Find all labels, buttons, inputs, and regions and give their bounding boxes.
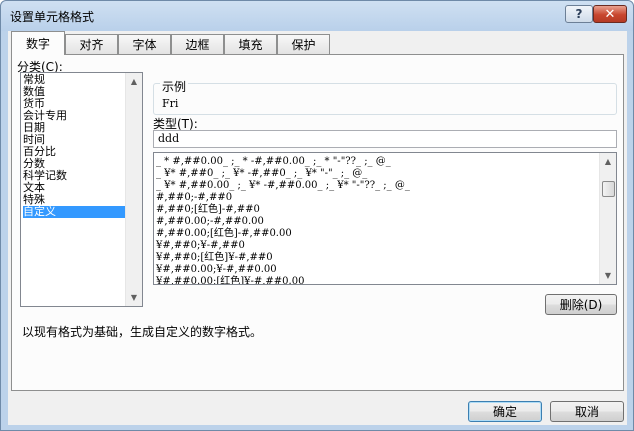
scroll-thumb[interactable] (602, 181, 615, 197)
list-item[interactable]: ¥#,##0;[红色]¥-#,##0 (156, 252, 273, 264)
scroll-up-arrow-icon[interactable]: ▲ (600, 153, 616, 170)
tab-label: 填充 (238, 38, 263, 52)
scroll-down-arrow-icon[interactable]: ▼ (600, 267, 616, 284)
delete-button[interactable]: 删除(D) (545, 294, 617, 315)
title-bar[interactable]: 设置单元格格式 ? ✕ (1, 1, 633, 31)
format-cells-dialog: 设置单元格格式 ? ✕ 数字 对齐 字体 边框 填充 保护 分类(C): 常规 … (0, 0, 634, 431)
tab-label: 字体 (132, 38, 157, 52)
list-item[interactable]: #,##0;-#,##0 (156, 192, 232, 204)
close-icon: ✕ (604, 6, 616, 22)
tab-font[interactable]: 字体 (118, 34, 171, 54)
list-item[interactable]: #,##0.00;-#,##0.00 (156, 216, 264, 228)
category-item-custom[interactable]: 自定义 (23, 206, 125, 218)
cancel-button[interactable]: 取消 (550, 401, 624, 422)
list-item[interactable]: _ ¥* #,##0.00_ ;_ ¥* -#,##0.00_ ;_ ¥* "-… (156, 180, 410, 192)
category-scrollbar[interactable]: ▲ ▼ (125, 73, 142, 306)
format-list-scrollbar[interactable]: ▲ ▼ (599, 153, 616, 284)
list-item[interactable]: _ * #,##0.00_ ;_ * -#,##0.00_ ;_ * "-"??… (156, 156, 391, 168)
list-item[interactable]: ¥#,##0;¥-#,##0 (156, 240, 245, 252)
list-item[interactable]: _ ¥* #,##0_ ;_ ¥* -#,##0_ ;_ ¥* "-"_ ;_ … (156, 168, 367, 180)
tab-fill[interactable]: 填充 (224, 34, 277, 54)
delete-button-label: 删除(D) (559, 298, 603, 312)
scroll-down-arrow-icon[interactable]: ▼ (126, 289, 142, 306)
tab-number[interactable]: 数字 (11, 31, 65, 55)
category-list[interactable]: 常规 数值 货币 会计专用 日期 时间 百分比 分数 科学记数 文本 特殊 自定… (20, 72, 143, 307)
number-tab-panel: 分类(C): 常规 数值 货币 会计专用 日期 时间 百分比 分数 科学记数 文… (11, 54, 624, 391)
tab-alignment[interactable]: 对齐 (65, 34, 118, 54)
tab-label: 边框 (185, 38, 210, 52)
cancel-button-label: 取消 (574, 405, 599, 419)
list-item[interactable]: #,##0;[红色]-#,##0 (156, 204, 260, 216)
close-button[interactable]: ✕ (593, 5, 627, 23)
tab-label: 数字 (25, 37, 50, 51)
help-icon: ? (575, 7, 583, 21)
sample-group (153, 83, 617, 115)
help-button[interactable]: ? (565, 5, 593, 23)
sample-value: Fri (162, 97, 179, 110)
list-item[interactable]: ¥#,##0.00;¥-#,##0.00 (156, 264, 277, 276)
tab-protection[interactable]: 保护 (277, 34, 330, 54)
description-text: 以现有格式为基础，生成自定义的数字格式。 (22, 325, 263, 339)
format-code-list[interactable]: _ * #,##0.00_ ;_ * -#,##0.00_ ;_ * "-"??… (153, 152, 617, 285)
list-item[interactable]: ¥#,##0.00;[红色]¥-#,##0.00 (156, 276, 304, 284)
scroll-up-arrow-icon[interactable]: ▲ (126, 73, 142, 90)
tab-label: 保护 (291, 38, 316, 52)
dialog-body: 数字 对齐 字体 边框 填充 保护 分类(C): 常规 数值 货币 会计专用 日… (8, 31, 627, 425)
tab-label: 对齐 (79, 38, 104, 52)
ok-button[interactable]: 确定 (468, 401, 542, 422)
sample-label: 示例 (160, 78, 189, 95)
type-input[interactable]: ddd (153, 130, 617, 148)
window-title: 设置单元格格式 (10, 10, 95, 24)
list-item[interactable]: #,##0.00;[红色]-#,##0.00 (156, 228, 292, 240)
ok-button-label: 确定 (492, 405, 517, 419)
tab-border[interactable]: 边框 (171, 34, 224, 54)
